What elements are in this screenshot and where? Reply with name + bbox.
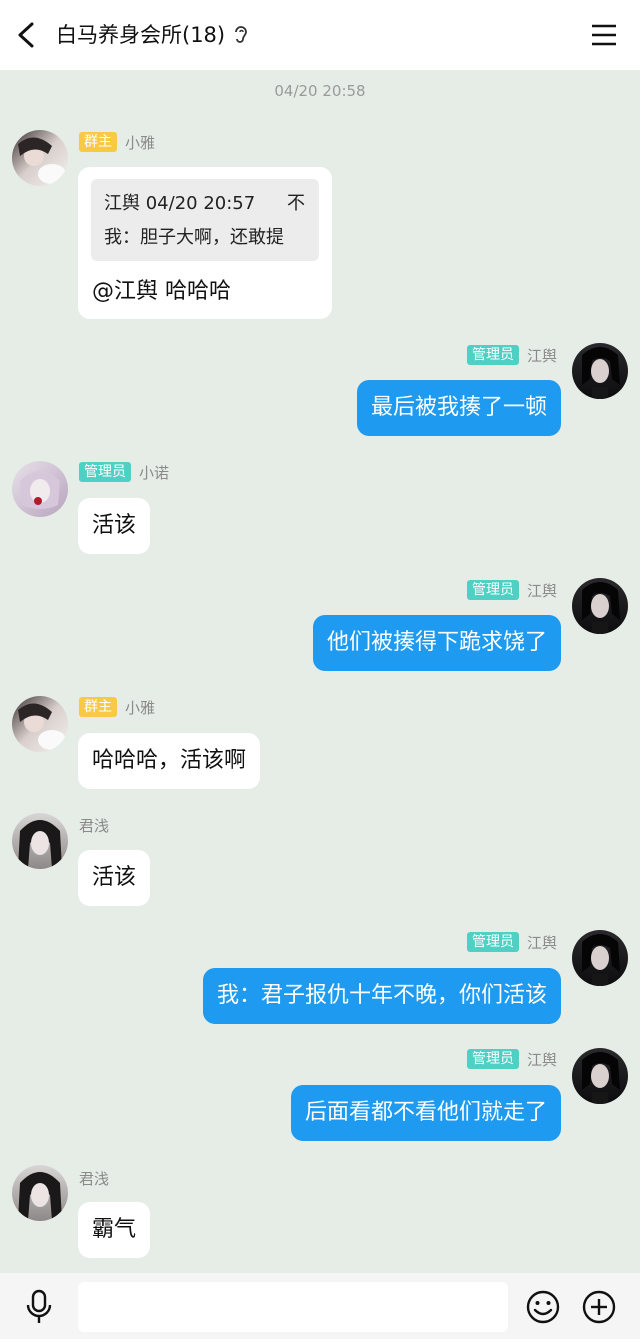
admin-badge: 管理员 [466,345,519,365]
sender-name: 小雅 [125,698,156,717]
microphone-icon[interactable] [24,1289,54,1325]
avatar[interactable] [572,578,628,634]
admin-badge: 管理员 [466,1049,519,1069]
emoji-icon[interactable] [525,1289,561,1325]
avatar[interactable] [572,1048,628,1104]
sender-info: 管理员 江舆 [466,344,557,366]
sender-name: 小雅 [125,133,156,152]
message-bubble[interactable]: 霸气 [78,1202,151,1258]
sender-info: 群主 小雅 [79,131,155,153]
ear-icon[interactable] [232,24,250,46]
avatar[interactable] [572,343,628,399]
plus-icon[interactable] [581,1289,617,1325]
avatar[interactable] [12,1165,68,1221]
message-text: @江舆 哈哈哈 [92,279,231,304]
message-bubble[interactable]: 哈哈哈，活该啊 [78,733,261,789]
chat-header: 白马养身会所(18) [0,0,640,70]
sender-name: 江舆 [526,346,557,365]
avatar[interactable] [572,930,628,986]
message-bubble[interactable]: 后面看都不看他们就走了 [290,1085,561,1141]
sender-info: 群主 小雅 [79,696,155,718]
sender-name: 江舆 [526,581,557,600]
message-bubble[interactable]: 活该 [78,850,151,906]
sender-name: 君浅 [79,1169,110,1188]
sender-info: 管理员 江舆 [466,579,557,601]
sender-info: 君浅 [79,1167,109,1189]
input-bar [0,1273,640,1339]
back-arrow-icon[interactable] [14,20,40,50]
owner-badge: 群主 [79,132,117,152]
chat-title: 白马养身会所(18) [56,23,226,47]
sender-name: 江舆 [526,933,557,952]
quote-author-time: 江舆 04/20 20:57 [104,193,256,214]
sender-name: 小诺 [139,463,170,482]
message-timestamp: 04/20 20:58 [274,82,366,100]
message-bubble[interactable]: 活该 [78,498,151,554]
sender-name: 江舆 [526,1050,557,1069]
message-input[interactable] [78,1282,508,1332]
sender-name: 君浅 [79,816,110,835]
sender-info: 管理员 江舆 [466,1048,557,1070]
sender-info: 管理员 江舆 [466,931,557,953]
quote-truncated-char: 不 [287,193,305,214]
owner-badge: 群主 [79,697,117,717]
avatar[interactable] [12,130,68,186]
sender-info: 君浅 [79,814,109,836]
avatar[interactable] [12,813,68,869]
admin-badge: 管理员 [466,932,519,952]
quoted-message[interactable]: 江舆 04/20 20:57 不 我：胆子大啊，还敢提 [91,179,319,261]
menu-icon[interactable] [590,22,618,48]
quote-text: 我：胆子大啊，还敢提 [104,227,284,248]
sender-info: 管理员 小诺 [79,461,169,483]
avatar[interactable] [12,461,68,517]
admin-badge: 管理员 [79,462,131,482]
admin-badge: 管理员 [466,580,519,600]
avatar[interactable] [12,696,68,752]
message-bubble-quote[interactable]: 江舆 04/20 20:57 不 我：胆子大啊，还敢提 @江舆 哈哈哈 [78,167,332,319]
message-bubble[interactable]: 我：君子报仇十年不晚，你们活该 [202,968,561,1024]
message-bubble[interactable]: 他们被揍得下跪求饶了 [312,615,561,671]
message-bubble[interactable]: 最后被我揍了一顿 [356,380,561,436]
